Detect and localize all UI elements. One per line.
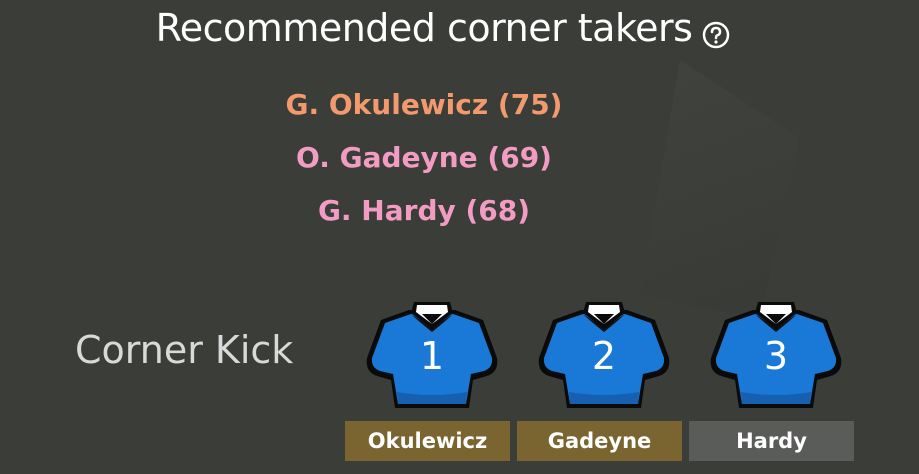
- taker-slot-1: 1 Okulewicz: [345, 296, 510, 466]
- taker-slot-2: 2 Gadeyne: [517, 296, 682, 466]
- recommended-taker-2: O. Gadeyne (69): [296, 141, 552, 174]
- recommended-taker-1: G. Okulewicz (75): [285, 88, 563, 121]
- taker-name-1[interactable]: Okulewicz: [345, 421, 510, 461]
- help-circle-icon[interactable]: [702, 14, 730, 48]
- taker-name-3[interactable]: Hardy: [689, 421, 854, 461]
- taker-name-2[interactable]: Gadeyne: [517, 421, 682, 461]
- title-text: Recommended corner takers: [155, 6, 693, 50]
- jersey-icon[interactable]: [531, 296, 677, 412]
- recommended-taker-3: G. Hardy (68): [317, 194, 531, 227]
- jersey-icon[interactable]: [359, 296, 505, 412]
- recommended-takers-list: G. Okulewicz (75) O. Gadeyne (69) G. Har…: [0, 82, 848, 241]
- taker-slot-3: 3 Hardy: [689, 296, 854, 466]
- jersey-icon[interactable]: [703, 296, 849, 412]
- set-piece-label: Corner Kick: [75, 328, 294, 372]
- page-title: Recommended corner takers: [0, 6, 886, 50]
